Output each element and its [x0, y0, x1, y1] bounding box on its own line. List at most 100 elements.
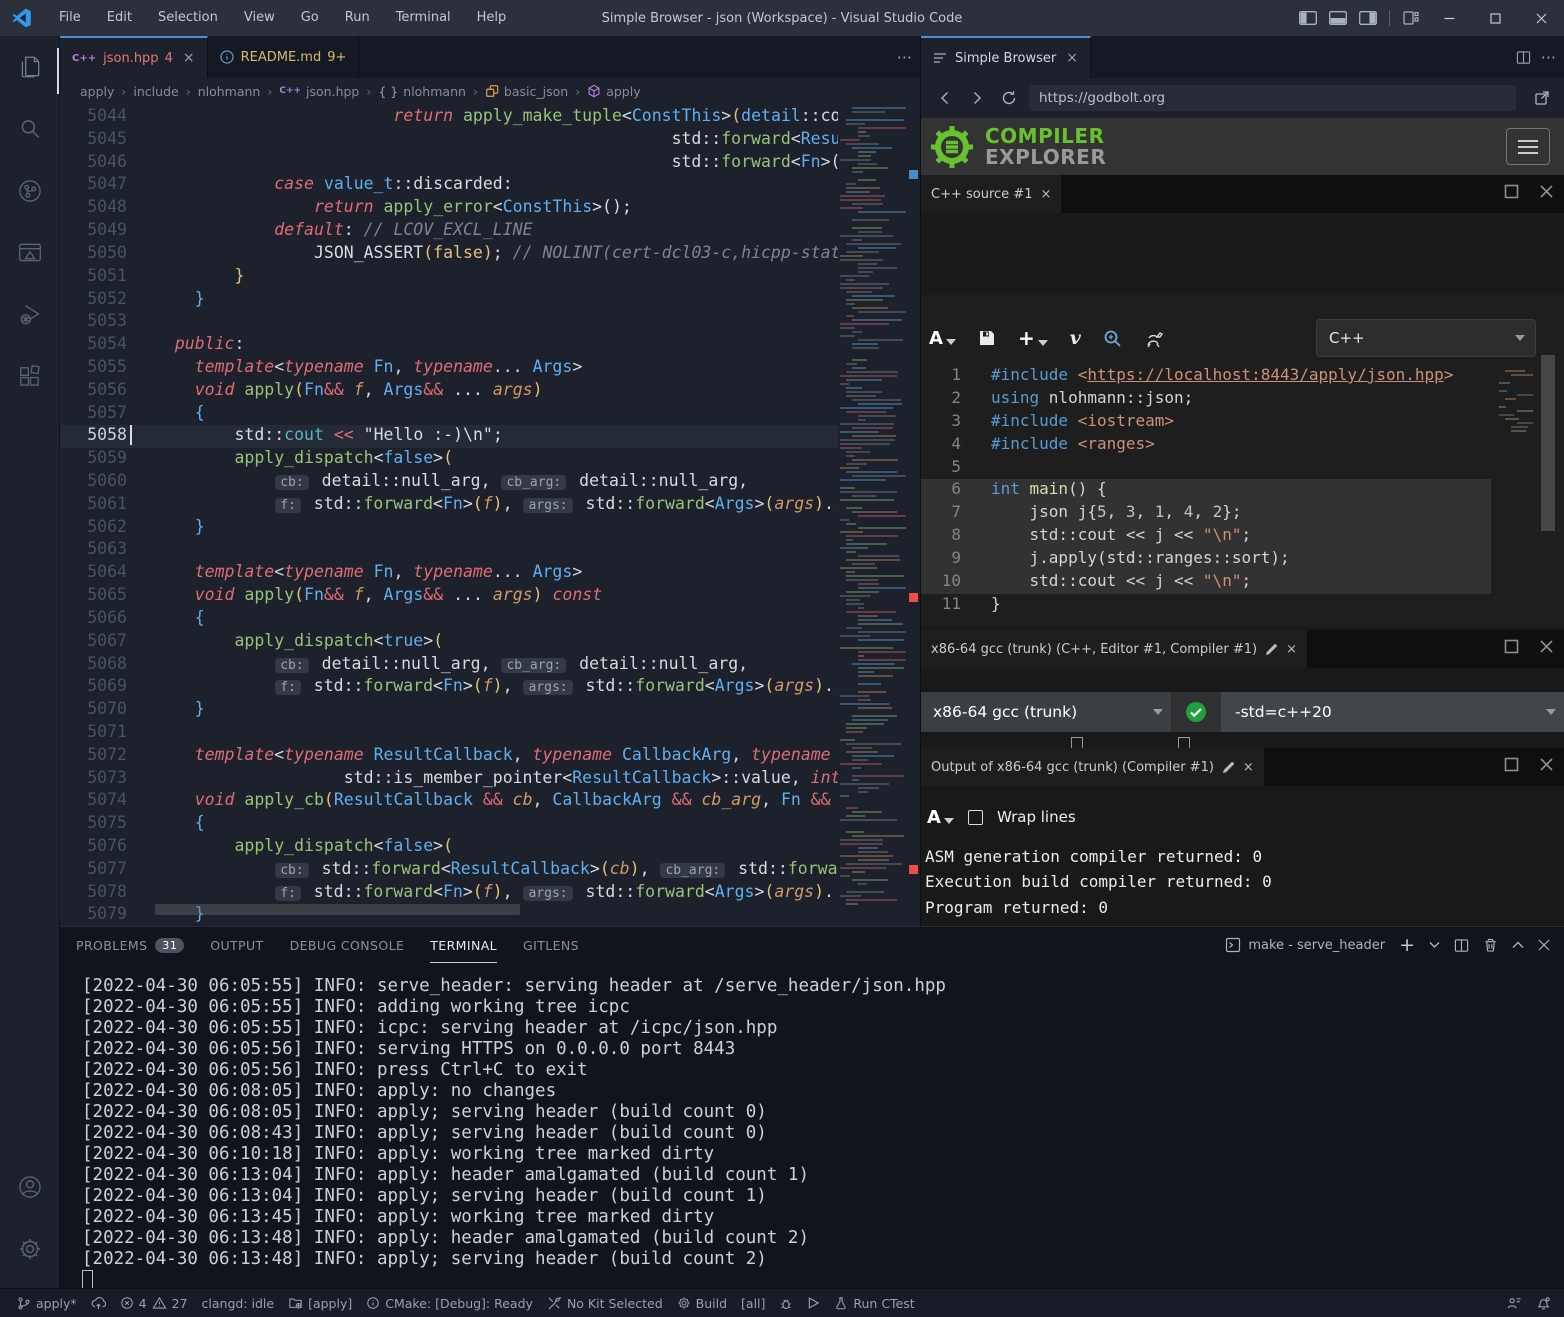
forward-icon[interactable]	[961, 82, 993, 114]
cmake-view-icon[interactable]	[0, 222, 60, 284]
build-target-item[interactable]: [all]	[734, 1296, 772, 1311]
code-line[interactable]: 5061 f: std::forward<Fn>(f), args: std::…	[60, 494, 838, 517]
tab-gitlens[interactable]: GITLENS	[523, 927, 579, 963]
run-ctest-item[interactable]: Run CTest	[827, 1296, 921, 1311]
vim-toggle-icon[interactable]: v	[1070, 327, 1081, 349]
ce-compiler-tab[interactable]: x86-64 gcc (trunk) (C++, Editor #1, Comp…	[921, 630, 1307, 668]
tab-simple-browser[interactable]: Simple Browser ×	[921, 36, 1091, 78]
reload-icon[interactable]	[993, 82, 1025, 114]
toggle-panel-icon[interactable]	[1323, 0, 1353, 36]
breadcrumb-item[interactable]: basic_json	[504, 84, 568, 99]
close-tab-icon[interactable]: ×	[1066, 50, 1078, 66]
language-select[interactable]: C++	[1316, 319, 1536, 357]
wrap-lines-checkbox[interactable]	[968, 810, 983, 825]
code-line[interactable]: 5075 {	[60, 813, 838, 836]
code-line[interactable]: 6int main() {	[921, 479, 1491, 502]
code-line[interactable]: 5070 }	[60, 699, 838, 722]
code-line[interactable]: 9 j.apply(std::ranges::sort);	[921, 548, 1491, 571]
code-line[interactable]: 5050 JSON_ASSERT(false); // NOLINT(cert-…	[60, 243, 838, 266]
code-line[interactable]: 2using nlohmann::json;	[921, 388, 1491, 411]
code-line[interactable]: 11}	[921, 594, 1491, 617]
ce-output-tab[interactable]: Output of x86-64 gcc (trunk) (Compiler #…	[921, 748, 1264, 786]
tab-readme-md[interactable]: README.md 9+	[208, 36, 360, 78]
close-pane-icon[interactable]	[1539, 639, 1554, 654]
menu-edit[interactable]: Edit	[94, 0, 145, 36]
menu-help[interactable]: Help	[464, 0, 520, 36]
menu-view[interactable]: View	[231, 0, 288, 36]
code-line[interactable]: 5051 }	[60, 266, 838, 289]
code-line[interactable]: 5047 case value_t::discarded:	[60, 174, 838, 197]
code-line[interactable]: 5057 {	[60, 403, 838, 426]
split-editor-icon[interactable]	[1516, 50, 1531, 65]
code-line[interactable]: 5059 apply_dispatch<false>(	[60, 448, 838, 471]
code-line[interactable]: 5046 std::forward<Fn>(f)...);	[60, 152, 838, 175]
maximize-pane-icon[interactable]	[1504, 184, 1519, 199]
code-line[interactable]: 5	[921, 457, 1491, 480]
compile-status-button[interactable]	[1171, 692, 1221, 732]
code-line[interactable]: 5069 f: std::forward<Fn>(f), args: std::…	[60, 676, 838, 699]
extensions-icon[interactable]	[0, 346, 60, 408]
code-line[interactable]: 5044 return apply_make_tuple<ConstThis>(…	[60, 106, 838, 129]
search-icon[interactable]	[0, 98, 60, 160]
close-pane-icon[interactable]	[1539, 184, 1554, 199]
code-line[interactable]: 5074 void apply_cb(ResultCallback && cb,…	[60, 790, 838, 813]
more-actions-icon[interactable]: ···	[1541, 48, 1556, 67]
open-external-icon[interactable]	[1526, 82, 1558, 114]
minimap[interactable]	[838, 104, 906, 926]
code-editor[interactable]: 5044 return apply_make_tuple<ConstThis>(…	[60, 106, 838, 926]
run-debug-icon[interactable]	[0, 284, 60, 346]
code-line[interactable]: 8 std::cout << j << "\n";	[921, 525, 1491, 548]
toggle-sidebar-icon[interactable]	[1293, 0, 1323, 36]
code-line[interactable]: 5076 apply_dispatch<false>(	[60, 836, 838, 859]
tab-output[interactable]: OUTPUT	[210, 927, 263, 963]
code-line[interactable]: 5072 template<typename ResultCallback, t…	[60, 745, 838, 768]
code-line[interactable]: 5062 }	[60, 517, 838, 540]
code-line[interactable]: 5060 cb: detail::null_arg, cb_arg: detai…	[60, 471, 838, 494]
close-icon[interactable]: ×	[1286, 642, 1297, 657]
code-line[interactable]: 5071	[60, 722, 838, 745]
add-pane-button[interactable]: +	[1018, 326, 1048, 350]
menu-file[interactable]: File	[46, 0, 94, 36]
code-line[interactable]: 5063	[60, 539, 838, 562]
breadcrumb-item[interactable]: nlohmann	[403, 84, 466, 99]
launch-target-icon[interactable]	[800, 1296, 827, 1310]
code-line[interactable]: 5067 apply_dispatch<true>(	[60, 631, 838, 654]
clangd-status-item[interactable]: clangd: idle	[195, 1296, 282, 1311]
code-line[interactable]: 5053	[60, 311, 838, 334]
close-icon[interactable]: ×	[1243, 760, 1254, 775]
breadcrumb-item[interactable]: include	[133, 84, 178, 99]
output-font-size-button[interactable]: A	[927, 807, 954, 828]
menu-run[interactable]: Run	[332, 0, 383, 36]
cmake-build-item[interactable]: Build	[670, 1296, 734, 1311]
font-size-button[interactable]: A	[929, 328, 956, 349]
settings-gear-icon[interactable]	[0, 1218, 60, 1280]
feedback-icon[interactable]	[1499, 1296, 1529, 1311]
rename-pane-icon[interactable]	[1265, 643, 1278, 656]
problems-item[interactable]: 4 27	[113, 1296, 195, 1311]
split-terminal-icon[interactable]	[1454, 938, 1469, 953]
code-line[interactable]: 5045 std::forward<ResultCallback>(cb),	[60, 129, 838, 152]
cmake-status-item[interactable]: CMake: [Debug]: Ready	[359, 1296, 540, 1311]
kit-select-item[interactable]: No Kit Selected	[540, 1296, 670, 1311]
rename-pane-icon[interactable]	[1222, 761, 1235, 774]
project-item[interactable]: [apply]	[281, 1296, 359, 1311]
code-line[interactable]: 5078 f: std::forward<Fn>(f), args: std::…	[60, 882, 838, 905]
code-line[interactable]: 5065 void apply(Fn&& f, Args&& ... args)…	[60, 585, 838, 608]
code-line[interactable]: 10 std::cout << j << "\n";	[921, 571, 1491, 594]
close-window-button[interactable]	[1518, 0, 1564, 36]
git-branch-item[interactable]: apply*	[10, 1296, 84, 1311]
code-line[interactable]: 5055 template<typename Fn, typename... A…	[60, 357, 838, 380]
code-line[interactable]: 5048 return apply_error<ConstThis>();	[60, 197, 838, 220]
close-tab-icon[interactable]: ×	[183, 50, 195, 66]
code-line[interactable]: 3#include <iostream>	[921, 411, 1491, 434]
compiler-select[interactable]: x86-64 gcc (trunk)	[921, 692, 1171, 732]
code-line[interactable]: 4#include <ranges>	[921, 434, 1491, 457]
code-line[interactable]: 5066 {	[60, 608, 838, 631]
ce-source-tab[interactable]: C++ source #1 ×	[921, 175, 1061, 213]
menu-terminal[interactable]: Terminal	[383, 0, 464, 36]
terminal-output[interactable]: [2022-04-30 06:05:55] INFO: serve_header…	[60, 963, 1564, 1288]
close-pane-icon[interactable]	[1539, 757, 1554, 772]
notifications-bell-icon[interactable]	[1529, 1295, 1558, 1311]
code-line[interactable]: 5054 public:	[60, 334, 838, 357]
ce-menu-icon[interactable]	[1506, 128, 1550, 165]
